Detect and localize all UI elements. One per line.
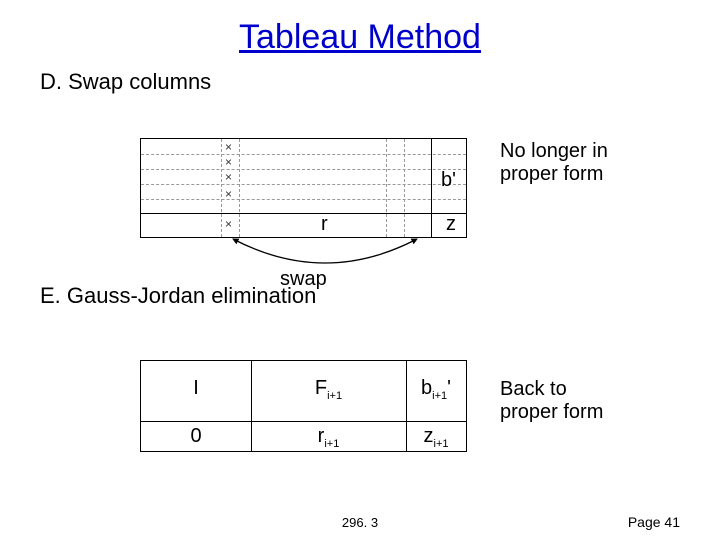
cell-I: I xyxy=(141,377,251,400)
tableau-x-marker: × xyxy=(225,217,232,231)
section-e-label: E. Gauss-Jordan elimination xyxy=(40,283,720,309)
tableau-before-swap: × × × × × b' r z xyxy=(140,138,467,238)
tableau-after-elimination: I Fi+1 bi+1' 0 ri+1 zi+1 xyxy=(140,360,467,452)
page-title: Tableau Method xyxy=(0,0,720,57)
z-label: z xyxy=(446,213,456,236)
section-d-label: D. Swap columns xyxy=(40,69,720,95)
tableau-x-marker: × xyxy=(225,187,232,201)
cell-zbot: zi+1 xyxy=(406,425,466,450)
footer-course-number: 296. 3 xyxy=(0,515,720,530)
note-no-longer-proper: No longer in proper form xyxy=(500,140,608,186)
b-prime-label: b' xyxy=(441,169,456,192)
cell-r: ri+1 xyxy=(251,425,406,450)
tableau-x-marker: × xyxy=(225,140,232,154)
r-label: r xyxy=(321,213,328,236)
swap-label: swap xyxy=(280,268,327,291)
cell-F: Fi+1 xyxy=(251,377,406,402)
tableau-x-marker: × xyxy=(225,155,232,169)
tableau-x-marker: × xyxy=(225,170,232,184)
note-back-to-proper: Back to proper form xyxy=(500,378,603,424)
footer-page-number: Page 41 xyxy=(628,514,680,530)
cell-zero: 0 xyxy=(141,425,251,448)
cell-b: bi+1' xyxy=(406,377,466,402)
